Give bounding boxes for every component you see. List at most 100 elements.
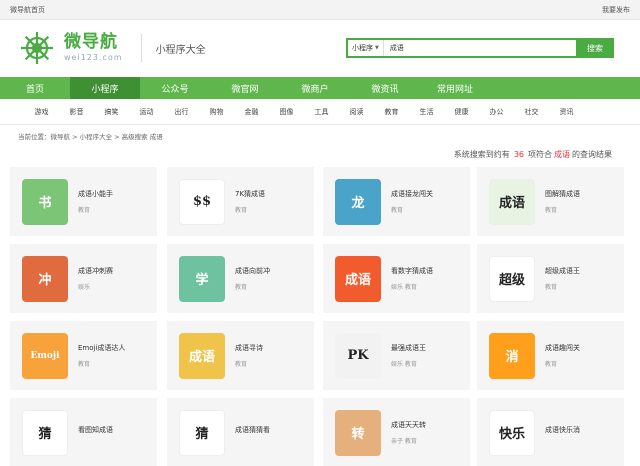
app-name[interactable]: 成语快乐消 <box>545 425 580 435</box>
home-link[interactable]: 微导航首页 <box>10 5 45 15</box>
category-item[interactable]: 工具 <box>304 107 339 117</box>
super-king-icon: 超级 <box>489 255 535 302</box>
app-name[interactable]: 成语小能手 <box>78 189 113 199</box>
nav-item[interactable]: 常用网址 <box>420 77 490 99</box>
app-name[interactable]: 成语猜猜看 <box>235 425 270 435</box>
app-category: 教育 <box>545 284 558 291</box>
app-card[interactable]: 书成语小能手教育 <box>10 167 157 236</box>
app-card[interactable]: 消成语趣闯关 教育 <box>477 321 624 390</box>
app-card[interactable]: 超级 超级成语王教育 <box>477 244 624 313</box>
category-nav: 游戏 影音 搞笑 运动 出行 购物 金融 图像 工具 阅读 教育 生活 健康 办公 社交 资讯 <box>0 99 640 125</box>
grad-cap-icon: 学 <box>179 255 225 302</box>
category-item[interactable]: 图像 <box>269 107 304 117</box>
category-item[interactable]: 运动 <box>129 107 164 117</box>
app-name[interactable]: 成语冲刺赛 <box>78 266 113 276</box>
app-card[interactable]: 快乐 成语快乐消 <box>477 398 624 466</box>
lady-icon: PK <box>335 332 381 379</box>
money-owl-icon: $$ <box>179 178 225 225</box>
publish-link[interactable]: 我要发布 <box>602 5 630 15</box>
app-card[interactable]: 龙成语接龙闯关 教育 <box>323 167 470 236</box>
logo-title: 微导航 <box>64 32 118 52</box>
app-category: 教育 <box>235 284 248 291</box>
app-name[interactable]: 看数字猜成语 <box>391 266 433 276</box>
nav-item[interactable]: 公众号 <box>140 77 210 99</box>
nav-item[interactable]: 首页 <box>0 77 70 99</box>
nav-item[interactable]: 微官网 <box>210 77 280 99</box>
app-card[interactable]: 学成语向前冲教育 <box>167 244 314 313</box>
result-count: 36 <box>513 150 524 159</box>
divider <box>140 34 142 62</box>
app-name[interactable]: 成语接龙闯关 <box>391 189 433 199</box>
nav-item[interactable]: 微商户 <box>280 77 350 99</box>
result-prefix: 系统搜索到约有 <box>453 150 510 159</box>
logo-domain: wei123.com <box>64 53 123 62</box>
app-name[interactable]: 看图知成语 <box>78 425 113 435</box>
app-card[interactable]: 成语 成语寻诗教育 <box>167 321 314 390</box>
app-card[interactable]: 转成语天天转亲子 教育 <box>323 398 470 466</box>
search-input[interactable]: 成语 <box>384 43 404 53</box>
app-card[interactable]: Emoji Emoji成语达人 教育 <box>10 321 157 390</box>
category-item[interactable]: 游戏 <box>24 107 59 117</box>
search-button[interactable]: 搜索 <box>576 38 614 58</box>
flag-icon: 消 <box>489 332 535 379</box>
app-card[interactable]: 猜看图知成语 <box>10 398 157 466</box>
app-category: 教育 <box>78 361 91 368</box>
app-name[interactable]: 最强成语王 <box>391 343 426 353</box>
result-summary: 系统搜索到约有 36 项符合 成语 的查询结果 <box>454 149 612 160</box>
seal-icon: 转 <box>335 409 381 456</box>
category-item[interactable]: 教育 <box>374 107 409 117</box>
circle-text-icon: 快乐 <box>489 409 535 456</box>
app-name[interactable]: 成语天天转 <box>391 420 426 430</box>
category-item[interactable]: 办公 <box>479 107 514 117</box>
app-card[interactable]: 冲成语冲刺赛 娱乐 <box>10 244 157 313</box>
nav-item[interactable]: 小程序 <box>70 77 140 99</box>
app-category: 教育 <box>235 361 248 368</box>
category-item[interactable]: 影音 <box>59 107 94 117</box>
girl-icon: 成语 <box>335 255 381 302</box>
app-name[interactable]: 超级成语王 <box>545 266 580 276</box>
pig-icon: 猜 <box>179 409 225 456</box>
app-name[interactable]: 成语寻诗 <box>235 343 263 353</box>
boy-reading-icon: 书 <box>22 178 68 225</box>
app-category: 教育 <box>391 207 404 214</box>
logo[interactable]: 微导航 wei123.com <box>18 29 123 67</box>
app-card[interactable]: 猜成语猜猜看 <box>167 398 314 466</box>
ink-icon: 猜 <box>22 409 68 456</box>
category-item[interactable]: 购物 <box>199 107 234 117</box>
app-card[interactable]: PK 最强成语王 娱乐 教育 <box>323 321 470 390</box>
category-item[interactable]: 生活 <box>409 107 444 117</box>
category-item[interactable]: 资讯 <box>549 107 584 117</box>
ship-wheel-icon <box>18 29 56 67</box>
category-item[interactable]: 搞笑 <box>94 107 129 117</box>
app-category: 亲子 教育 <box>391 438 417 445</box>
app-name[interactable]: 7K猜成语 <box>235 189 265 199</box>
search-box: 小程序 ▼ 成语 <box>346 38 576 58</box>
app-category: 教育 <box>235 207 248 214</box>
app-card[interactable]: 成语 看数字猜成语 娱乐 教育 <box>323 244 470 313</box>
result-suffix: 的查询结果 <box>572 150 612 159</box>
hero-icon: 龙 <box>335 178 381 225</box>
app-card[interactable]: 成语 图解猜成语教育 <box>477 167 624 236</box>
app-category: 教育 <box>545 207 558 214</box>
app-category: 娱乐 教育 <box>391 284 417 291</box>
category-item[interactable]: 阅读 <box>339 107 374 117</box>
app-card[interactable]: $$ 7K猜成语教育 <box>167 167 314 236</box>
app-name[interactable]: 成语趣闯关 <box>545 343 580 353</box>
category-item[interactable]: 金融 <box>234 107 269 117</box>
result-keyword: 成语 <box>554 150 570 159</box>
search-bar: 小程序 ▼ 成语 搜索 <box>346 38 614 58</box>
search-type-select[interactable]: 小程序 ▼ <box>348 40 384 56</box>
category-item[interactable]: 出行 <box>164 107 199 117</box>
app-name[interactable]: 成语向前冲 <box>235 266 270 276</box>
nav-item[interactable]: 微资讯 <box>350 77 420 99</box>
category-item[interactable]: 健康 <box>444 107 479 117</box>
chevron-down-icon: ▼ <box>375 45 379 51</box>
search-type-value: 小程序 <box>352 44 373 52</box>
lantern-icon: 成语 <box>179 332 225 379</box>
app-name[interactable]: 图解猜成语 <box>545 189 580 199</box>
category-item[interactable]: 社交 <box>514 107 549 117</box>
calligraphy-icon: 成语 <box>489 178 535 225</box>
app-name[interactable]: Emoji成语达人 <box>78 343 125 353</box>
app-category: 教育 <box>78 207 91 214</box>
warrior-icon: 冲 <box>22 255 68 302</box>
